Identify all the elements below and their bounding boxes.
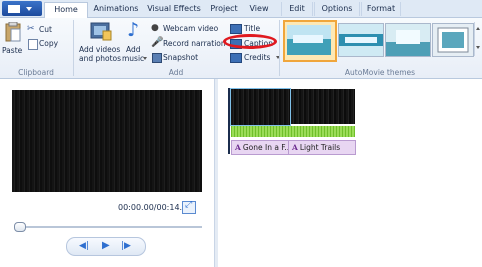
- storyboard-clip-1[interactable]: [230, 88, 291, 126]
- caption-glyph: A: [292, 143, 298, 152]
- theme-thumbnail: [287, 25, 331, 55]
- theme-thumbnail: [386, 24, 430, 56]
- tab-format[interactable]: Format: [361, 2, 401, 16]
- seek-bar[interactable]: [16, 226, 202, 228]
- tab-home[interactable]: Home: [44, 2, 88, 18]
- theme-cinematic[interactable]: [385, 23, 431, 57]
- microphone-icon: 🎤: [151, 37, 164, 48]
- next-frame-icon: |▶: [121, 241, 131, 251]
- music-note-icon: ♪: [127, 19, 140, 41]
- scissors-icon: ✂: [27, 24, 35, 34]
- title-label: Title: [244, 24, 261, 33]
- caption-text-2: Light Trails: [299, 143, 341, 152]
- music-label: music: [122, 54, 145, 63]
- caption-item-1[interactable]: A Gone In a F...: [231, 140, 289, 155]
- tab-project[interactable]: Project: [206, 2, 242, 16]
- tab-edit[interactable]: Edit: [281, 2, 313, 16]
- theme-thumbnail: [339, 24, 383, 56]
- storyboard-clip-2[interactable]: [291, 89, 355, 124]
- caption-highlight-ring: [223, 34, 277, 49]
- copy-icon: [28, 39, 38, 50]
- group-label-add: Add: [168, 68, 184, 77]
- snapshot-icon: [152, 53, 162, 63]
- play-button[interactable]: ▶: [97, 239, 115, 253]
- add-videos-label: Add videos: [79, 45, 121, 54]
- app-menu-icon: [8, 5, 20, 13]
- film-photo-icon: [90, 22, 112, 41]
- record-narration-label: Record narration: [163, 39, 226, 48]
- group-label-automovie-themes: AutoMovie themes: [344, 68, 416, 77]
- group-label-clipboard: Clipboard: [18, 68, 54, 77]
- webcam-video-label: Webcam video: [163, 24, 219, 33]
- tab-visual-effects[interactable]: Visual Effects: [143, 2, 205, 16]
- add-music-label: Add: [126, 45, 141, 54]
- theme-thumbnail: [433, 24, 473, 56]
- snapshot-label: Snapshot: [163, 53, 199, 62]
- next-frame-button[interactable]: |▶: [119, 239, 137, 253]
- chevron-up-icon: [476, 27, 480, 30]
- music-track[interactable]: [231, 126, 355, 137]
- expand-icon: ⤢: [185, 200, 193, 210]
- webcam-icon: ●: [151, 23, 159, 33]
- chevron-down-icon: [476, 46, 480, 49]
- add-videos-and-photos-button[interactable]: Add videos and photos: [78, 21, 122, 65]
- application-menu-button[interactable]: [2, 1, 42, 16]
- paste-label: Paste: [2, 46, 23, 55]
- pane-splitter[interactable]: [214, 79, 218, 267]
- theme-default[interactable]: [283, 20, 337, 62]
- chevron-down-icon: [143, 57, 147, 60]
- previous-frame-button[interactable]: ◀|: [75, 239, 93, 253]
- tab-animations[interactable]: Animations: [90, 2, 142, 16]
- paste-button[interactable]: Paste: [2, 22, 24, 62]
- caption-text-1: Gone In a F...: [242, 143, 289, 152]
- play-icon: ▶: [102, 240, 110, 251]
- video-preview: [12, 90, 202, 192]
- theme-contemporary[interactable]: [338, 23, 384, 57]
- playback-controls: ◀| ▶ |▶: [66, 237, 146, 256]
- add-music-button[interactable]: ♪ Add music: [122, 19, 148, 65]
- and-photos-label: and photos: [79, 54, 122, 63]
- caption-item-2[interactable]: A Light Trails: [288, 140, 356, 155]
- caption-glyph: A: [235, 143, 241, 152]
- title-icon: [230, 24, 242, 34]
- ribbon: Paste ✂ Cut Copy Clipboard Add videos an…: [0, 18, 482, 79]
- expand-preview-button[interactable]: ⤢: [182, 200, 196, 214]
- copy-label: Copy: [39, 39, 59, 48]
- previous-frame-icon: ◀|: [79, 241, 89, 251]
- themes-gallery-scroll[interactable]: [474, 22, 482, 56]
- chevron-down-icon: [26, 7, 32, 11]
- cut-label: Cut: [39, 25, 52, 34]
- seek-thumb[interactable]: [14, 222, 26, 232]
- credits-icon: [230, 53, 242, 63]
- ribbon-tab-bar: Home Animations Visual Effects Project V…: [0, 0, 482, 18]
- credits-label: Credits: [244, 53, 271, 62]
- tab-view[interactable]: View: [244, 2, 274, 16]
- paste-icon: [5, 22, 21, 42]
- tab-options[interactable]: Options: [314, 2, 360, 16]
- theme-fade[interactable]: [432, 23, 474, 57]
